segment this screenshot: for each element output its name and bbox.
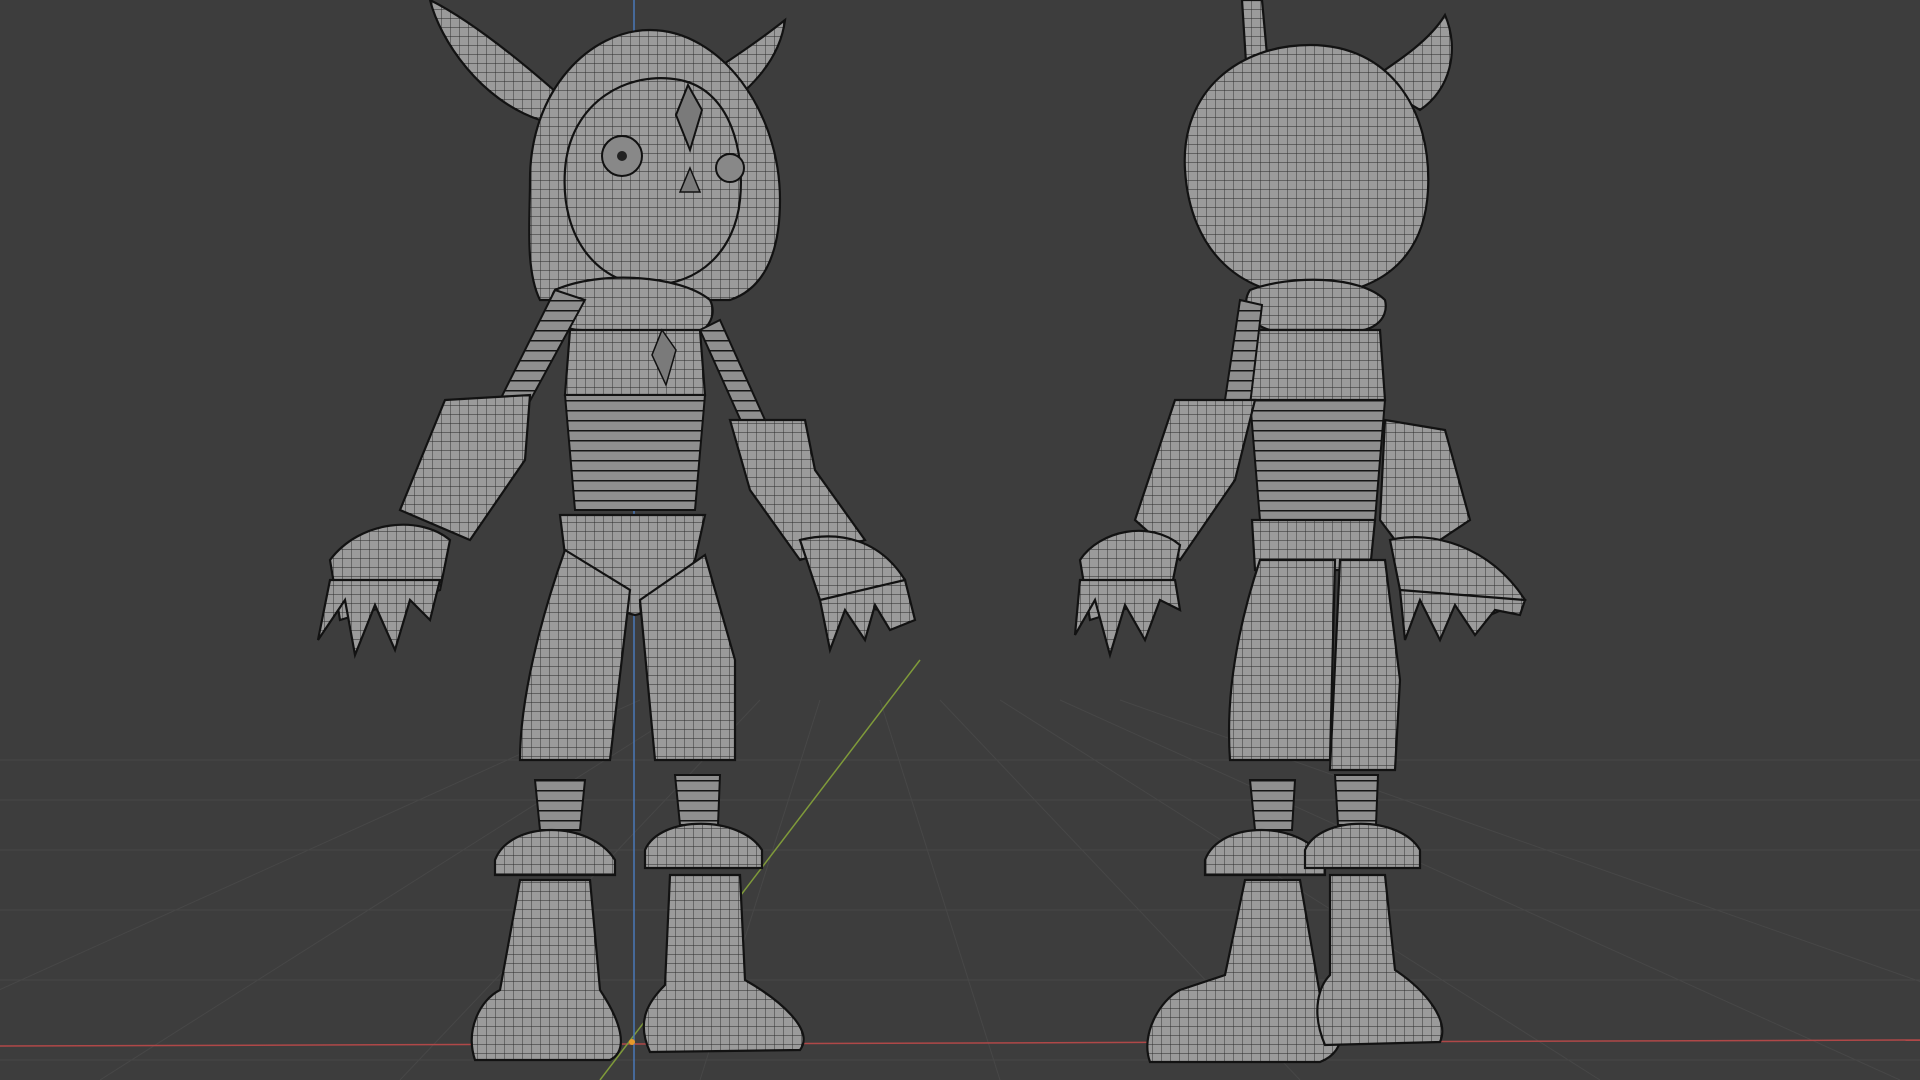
origin-marker[interactable] <box>629 1039 635 1045</box>
character-front-model[interactable] <box>316 0 917 1062</box>
chest <box>563 328 707 397</box>
3d-viewport[interactable] <box>0 0 1920 1080</box>
right-upper-arm <box>698 318 767 432</box>
left-boot <box>470 878 622 1062</box>
back-collar <box>1244 278 1387 333</box>
back-left-boot <box>1146 878 1342 1064</box>
viewport-canvas[interactable] <box>0 0 1920 1080</box>
face <box>563 77 742 287</box>
left-pupil <box>617 151 627 161</box>
back-right-anklet <box>1303 822 1422 870</box>
back-left-leg <box>1227 558 1337 762</box>
left-ankle-rings <box>533 779 587 831</box>
back-head <box>1183 43 1430 297</box>
back-spine-rings <box>1248 399 1387 521</box>
left-claws <box>316 578 442 659</box>
back-right-boot <box>1316 873 1444 1047</box>
left-forearm <box>398 393 532 542</box>
floor-grid <box>0 699 1920 1080</box>
right-ankle-rings <box>673 774 722 826</box>
left-ear <box>428 0 567 122</box>
back-right-claws <box>1398 588 1527 643</box>
back-left-ankle-rings <box>1248 779 1297 831</box>
right-eye <box>715 153 745 183</box>
left-anklet <box>493 828 617 877</box>
left-thigh <box>518 548 632 762</box>
back-right-leg <box>1328 558 1402 772</box>
character-back-model[interactable] <box>1073 0 1527 1064</box>
spine-rings <box>563 394 707 511</box>
right-boot <box>642 873 805 1054</box>
back-chest <box>1248 328 1387 402</box>
x-axis-line <box>0 1039 1920 1047</box>
right-anklet <box>643 822 764 870</box>
back-right-ankle-rings <box>1333 774 1380 826</box>
